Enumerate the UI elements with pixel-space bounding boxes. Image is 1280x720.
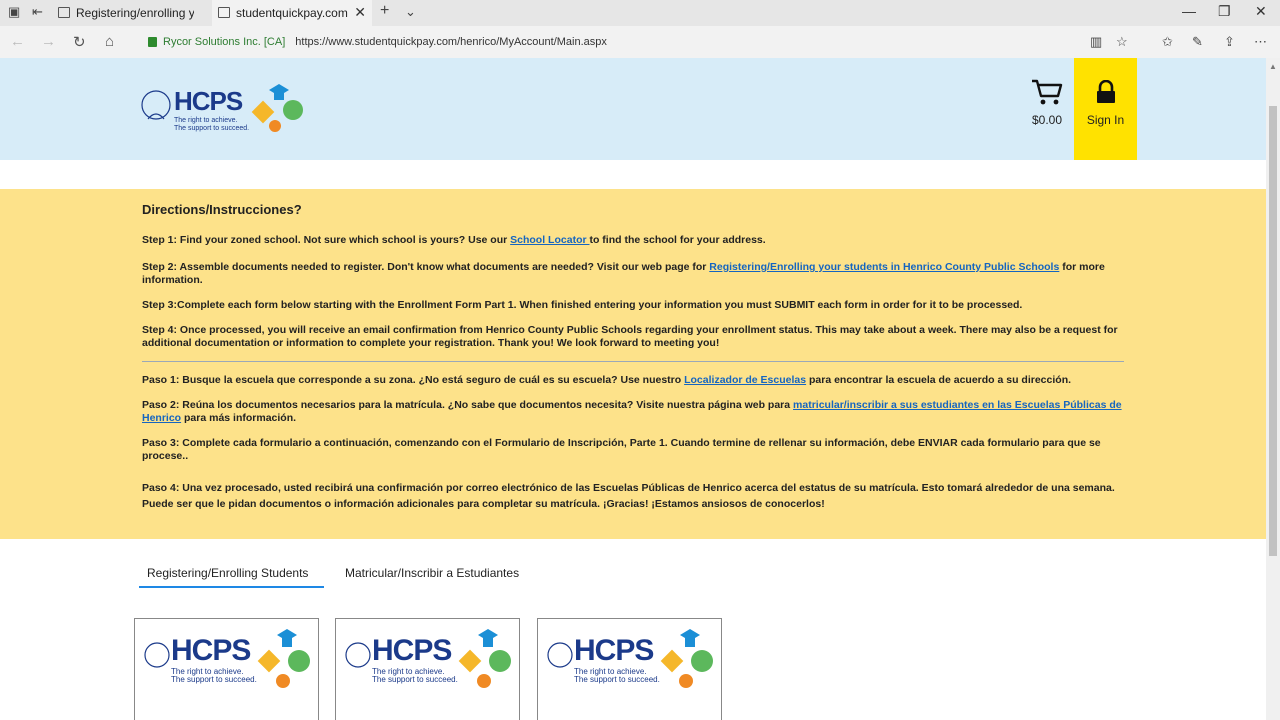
step-1-text-end: to find the school for your address. <box>589 234 766 246</box>
cart-button[interactable]: $0.00 <box>1028 78 1066 127</box>
sign-in-button[interactable]: Sign In <box>1074 58 1137 160</box>
step-4: Step 4: Once processed, you will receive… <box>142 324 1118 349</box>
favorites-hub-icon[interactable]: ✩ <box>1162 34 1173 50</box>
site-identity[interactable]: Rycor Solutions Inc. [CA] <box>163 36 285 48</box>
page-icon <box>218 7 230 18</box>
sign-in-label: Sign In <box>1086 113 1125 127</box>
restore-icon[interactable]: ❐ <box>1218 3 1231 20</box>
school-locator-link[interactable]: School Locator <box>510 234 589 246</box>
logo-text: HCPS <box>372 634 452 667</box>
card-logo: HCPS The right to achieve. The support t… <box>143 627 311 691</box>
tab-actions-icon[interactable]: ▣ <box>8 4 20 20</box>
logo-badges-icon <box>251 84 304 132</box>
card-logo: HCPS The right to achieve. The support t… <box>546 627 714 691</box>
minimize-icon[interactable]: — <box>1182 3 1196 19</box>
paso-1: Paso 1: Busque la escuela que correspond… <box>142 374 1124 387</box>
logo-tagline-2: The support to succeed. <box>174 124 250 132</box>
url-field[interactable]: Rycor Solutions Inc. [CA] https://www.st… <box>142 30 1142 54</box>
paso-2: Paso 2: Reúna los documentos necesarios … <box>142 399 1124 425</box>
chevron-down-icon[interactable]: ⌄ <box>405 4 416 20</box>
logo-figure-icon <box>345 642 371 668</box>
step-3: Step 3:Complete each form below starting… <box>142 299 1023 311</box>
address-bar: ← → ↻ ⌂ Rycor Solutions Inc. [CA] https:… <box>0 28 1280 56</box>
page-content: HCPS The right to achieve. The support t… <box>0 58 1266 720</box>
logo-tagline-2: The support to succeed. <box>171 675 257 684</box>
forward-icon[interactable]: → <box>41 33 56 50</box>
page-icon <box>58 7 70 18</box>
logo-badges-icon <box>257 629 310 688</box>
back-icon[interactable]: ← <box>10 33 25 50</box>
tab-registering[interactable]: Registering/enrolling your s <box>52 0 212 26</box>
paso-2-text-end: para más información. <box>181 412 297 424</box>
registering-enrolling-link[interactable]: Registering/Enrolling your students in H… <box>709 261 1059 273</box>
tab-title: studentquickpay.com <box>236 6 348 20</box>
directions-panel: Directions/Instrucciones? Step 1: Find y… <box>0 189 1266 539</box>
refresh-icon[interactable]: ↻ <box>73 33 86 51</box>
new-tab-icon[interactable]: + <box>380 2 389 20</box>
browser-chrome: ▣ ⇤ Registering/enrolling your s student… <box>0 0 1280 58</box>
logo-text: HCPS <box>574 634 654 667</box>
logo-figure-icon <box>141 90 171 120</box>
logo-tagline-1: The right to achieve. <box>174 116 238 124</box>
scroll-thumb[interactable] <box>1269 106 1277 556</box>
tab-studentquickpay[interactable]: studentquickpay.com ✕ <box>212 0 372 26</box>
set-aside-tabs-icon[interactable]: ⇤ <box>32 4 43 20</box>
more-icon[interactable]: ⋯ <box>1254 34 1267 50</box>
divider <box>142 361 1124 362</box>
share-icon[interactable]: ⇪ <box>1224 34 1235 50</box>
step-1: Step 1: Find your zoned school. Not sure… <box>142 234 1124 247</box>
form-card[interactable]: HCPS The right to achieve. The support t… <box>335 618 520 720</box>
scroll-up-icon[interactable]: ▲ <box>1269 62 1277 71</box>
paso-4: Paso 4: Una vez procesado, usted recibir… <box>142 482 1115 510</box>
cart-icon <box>1032 79 1063 105</box>
site-header: HCPS The right to achieve. The support t… <box>0 58 1266 160</box>
tab-registering-students[interactable]: Registering/Enrolling Students <box>139 566 324 588</box>
paso-2-text: Paso 2: Reúna los documentos necesarios … <box>142 399 794 411</box>
form-card[interactable]: HCPS The right to achieve. The support t… <box>537 618 722 720</box>
logo-text: HCPS <box>171 634 251 667</box>
logo-figure-icon <box>144 642 170 668</box>
paso-1-text-end: para encontrar la escuela de acuerdo a s… <box>806 374 1072 386</box>
form-card[interactable]: HCPS The right to achieve. The support t… <box>134 618 319 720</box>
paso-1-text: Paso 1: Busque la escuela que correspond… <box>142 374 685 386</box>
logo-text: HCPS <box>174 85 243 116</box>
hcps-logo[interactable]: HCPS The right to achieve. The support t… <box>138 82 305 136</box>
web-note-icon[interactable]: ✎ <box>1192 34 1203 50</box>
vertical-scrollbar[interactable]: ▲ <box>1266 58 1280 720</box>
logo-tagline-2: The support to succeed. <box>372 675 458 684</box>
lock-icon <box>148 37 157 47</box>
logo-figure-icon <box>547 642 573 668</box>
window-close-icon[interactable]: ✕ <box>1255 3 1267 20</box>
lock-icon <box>1097 80 1115 103</box>
step-2: Step 2: Assemble documents needed to reg… <box>142 261 1124 287</box>
cart-amount: $0.00 <box>1031 113 1063 127</box>
home-icon[interactable]: ⌂ <box>105 33 114 50</box>
tab-title: Registering/enrolling your s <box>76 6 194 20</box>
card-logo: HCPS The right to achieve. The support t… <box>344 627 512 691</box>
step-2-text: Step 2: Assemble documents needed to reg… <box>142 261 710 273</box>
tab-matricular-estudiantes[interactable]: Matricular/Inscribir a Estudiantes <box>345 566 519 588</box>
logo-tagline-2: The support to succeed. <box>574 675 660 684</box>
directions-heading: Directions/Instrucciones? <box>142 202 302 217</box>
logo-badges-icon <box>458 629 511 688</box>
reading-view-icon[interactable]: ▥ <box>1090 34 1102 50</box>
close-icon[interactable]: ✕ <box>354 4 366 21</box>
step-1-text: Step 1: Find your zoned school. Not sure… <box>142 234 511 246</box>
url-text: https://www.studentquickpay.com/henrico/… <box>295 36 607 48</box>
tab-bar: ▣ ⇤ Registering/enrolling your s student… <box>0 0 1280 26</box>
localizador-link[interactable]: Localizador de Escuelas <box>684 374 806 386</box>
logo-badges-icon <box>660 629 713 688</box>
favorite-star-icon[interactable]: ☆ <box>1116 34 1128 50</box>
paso-3: Paso 3: Complete cada formulario a conti… <box>142 437 1101 462</box>
